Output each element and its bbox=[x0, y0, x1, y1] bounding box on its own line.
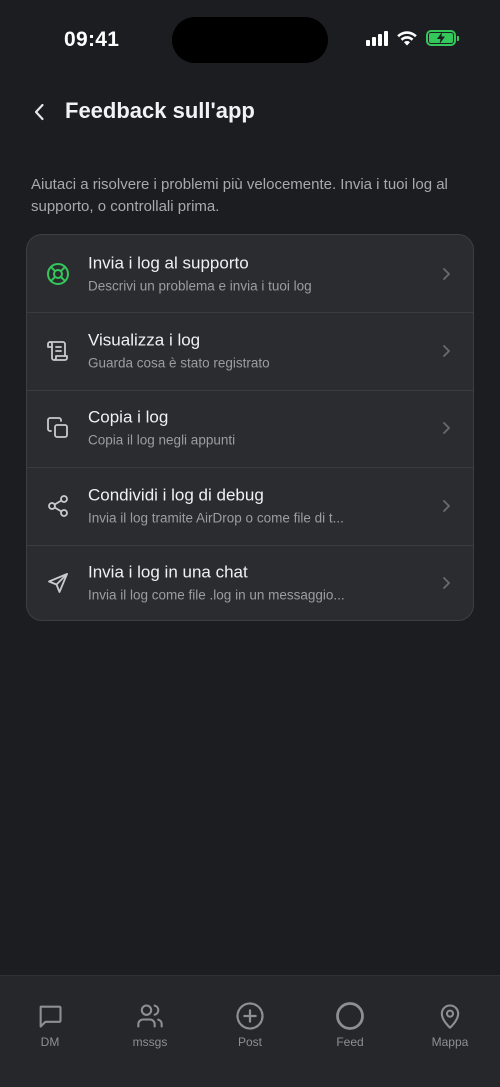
tab-mappa[interactable]: Mappa bbox=[400, 976, 500, 1087]
menu-row-title: Invia i log in una chat bbox=[88, 562, 248, 582]
users-icon bbox=[135, 1001, 165, 1031]
circle-icon bbox=[335, 1001, 365, 1031]
lifebuoy-icon bbox=[45, 261, 71, 287]
tab-post[interactable]: Post bbox=[200, 976, 300, 1087]
page-description: Aiutaci a risolvere i problemi più veloc… bbox=[31, 176, 448, 215]
menu-row-text: Copia i log Copia il log negli appunti bbox=[88, 407, 423, 450]
tab-feed[interactable]: Feed bbox=[300, 976, 400, 1087]
menu-row-send-logs-chat[interactable]: Invia i log in una chat Invia il log com… bbox=[27, 544, 473, 620]
chevron-right-icon bbox=[443, 345, 450, 357]
tab-label: Post bbox=[237, 1035, 262, 1049]
share-icon bbox=[45, 493, 71, 519]
tab-bar: DM mssgs Post Feed Mappa bbox=[0, 975, 500, 1087]
send-icon bbox=[45, 570, 71, 596]
status-time: 09:41 bbox=[64, 28, 120, 51]
chevron-right-icon bbox=[443, 577, 450, 590]
scroll-icon bbox=[45, 338, 71, 364]
dynamic-island bbox=[172, 17, 328, 63]
menu-row-subtitle: Copia il log negli appunti bbox=[88, 432, 236, 448]
menu-row-text: Condividi i log di debug Invia il log tr… bbox=[88, 484, 423, 527]
wifi-icon bbox=[397, 31, 417, 46]
menu-row-copy-logs[interactable]: Copia i log Copia il log negli appunti bbox=[27, 389, 473, 467]
log-options-card: Invia i log al supporto Descrivi un prob… bbox=[26, 234, 474, 621]
menu-row-text: Visualizza i log Guarda cosa è stato reg… bbox=[88, 330, 423, 373]
navigation-header: Feedback sull'app bbox=[0, 92, 500, 132]
tab-label: Mappa bbox=[431, 1035, 469, 1049]
cellular-signal-icon bbox=[366, 30, 388, 46]
tab-label: DM bbox=[40, 1035, 60, 1049]
status-icons bbox=[366, 30, 459, 46]
menu-row-subtitle: Descrivi un problema e invia i tuoi log bbox=[88, 278, 312, 294]
menu-row-subtitle: Invia il log come file .log in un messag… bbox=[88, 587, 345, 603]
status-bar: 09:41 bbox=[0, 0, 500, 80]
chevron-right-icon bbox=[443, 499, 450, 512]
back-button[interactable] bbox=[26, 98, 52, 126]
menu-row-text: Invia i log al supporto Descrivi un prob… bbox=[88, 252, 423, 295]
menu-row-subtitle: Invia il log tramite AirDrop o come file… bbox=[88, 510, 344, 526]
chevron-right-icon bbox=[443, 422, 450, 435]
menu-row-send-logs-support[interactable]: Invia i log al supporto Descrivi un prob… bbox=[27, 235, 473, 312]
map-pin-icon bbox=[435, 1001, 465, 1031]
message-square-icon bbox=[35, 1001, 65, 1031]
menu-row-text: Invia i log in una chat Invia il log com… bbox=[88, 562, 423, 605]
menu-row-title: Condividi i log di debug bbox=[88, 485, 264, 505]
battery-charging-icon bbox=[426, 30, 459, 46]
menu-row-title: Copia i log bbox=[88, 407, 169, 427]
chevron-right-icon bbox=[443, 267, 450, 280]
tab-label: mssgs bbox=[132, 1035, 168, 1049]
menu-row-title: Invia i log al supporto bbox=[88, 253, 249, 273]
menu-row-view-logs[interactable]: Visualizza i log Guarda cosa è stato reg… bbox=[27, 312, 473, 389]
tab-mssgs[interactable]: mssgs bbox=[100, 976, 200, 1087]
plus-circle-icon bbox=[235, 1001, 265, 1031]
tab-dm[interactable]: DM bbox=[0, 976, 100, 1087]
page-title: Feedback sull'app bbox=[65, 98, 255, 123]
menu-row-share-debug-logs[interactable]: Condividi i log di debug Invia il log tr… bbox=[27, 467, 473, 544]
chevron-left-icon bbox=[34, 103, 44, 121]
menu-row-title: Visualizza i log bbox=[88, 330, 201, 350]
menu-row-subtitle: Guarda cosa è stato registrato bbox=[88, 355, 270, 371]
tab-label: Feed bbox=[336, 1035, 364, 1049]
copy-icon bbox=[45, 415, 71, 441]
